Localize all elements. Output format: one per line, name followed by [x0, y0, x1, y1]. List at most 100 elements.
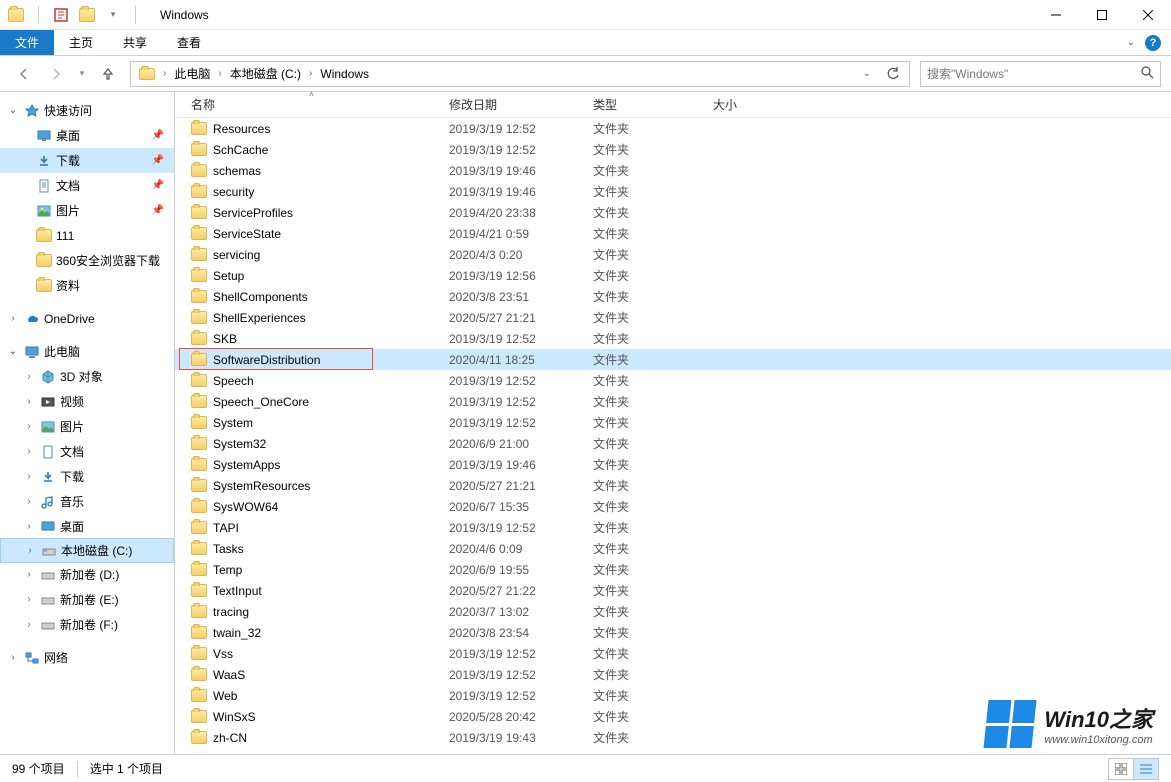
ribbon-expand-icon[interactable]: ⌄ [1127, 37, 1135, 48]
tree-pictures[interactable]: 图片 📌 [0, 198, 174, 223]
tab-view[interactable]: 查看 [162, 30, 216, 55]
chevron-right-icon[interactable]: › [22, 421, 36, 432]
chevron-right-icon[interactable]: › [22, 521, 36, 532]
table-row[interactable]: security2019/3/19 19:46文件夹 [175, 181, 1171, 202]
tree-network[interactable]: › 网络 [0, 645, 174, 670]
table-row[interactable]: System322020/6/9 21:00文件夹 [175, 433, 1171, 454]
table-row[interactable]: Setup2019/3/19 12:56文件夹 [175, 265, 1171, 286]
maximize-button[interactable] [1079, 0, 1125, 30]
chevron-right-icon[interactable]: › [22, 619, 36, 630]
tree-drive-f[interactable]: › 新加卷 (F:) [0, 612, 174, 637]
tab-file[interactable]: 文件 [0, 30, 54, 55]
chevron-right-icon[interactable]: › [22, 471, 36, 482]
tree-materials[interactable]: 资料 [0, 273, 174, 298]
table-row[interactable]: System2019/3/19 12:52文件夹 [175, 412, 1171, 433]
chevron-right-icon[interactable]: › [161, 68, 168, 79]
tree-videos[interactable]: › 视频 [0, 389, 174, 414]
nav-tree[interactable]: ⌄ 快速访问 桌面 📌 下载 📌 文档 📌 图片 📌 111 [0, 92, 175, 754]
table-row[interactable]: SystemResources2020/5/27 21:21文件夹 [175, 475, 1171, 496]
table-row[interactable]: SoftwareDistribution2020/4/11 18:25文件夹 [175, 349, 1171, 370]
tree-this-pc[interactable]: ⌄ 此电脑 [0, 339, 174, 364]
chevron-down-icon[interactable]: ⌄ [6, 105, 20, 116]
chevron-right-icon[interactable]: › [22, 569, 36, 580]
table-row[interactable]: SKB2019/3/19 12:52文件夹 [175, 328, 1171, 349]
table-row[interactable]: TAPI2019/3/19 12:52文件夹 [175, 517, 1171, 538]
table-row[interactable]: ShellExperiences2020/5/27 21:21文件夹 [175, 307, 1171, 328]
breadcrumb-folder[interactable]: Windows [316, 62, 373, 86]
table-row[interactable]: Speech2019/3/19 12:52文件夹 [175, 370, 1171, 391]
close-button[interactable] [1125, 0, 1171, 30]
tree-downloads2[interactable]: › 下载 [0, 464, 174, 489]
table-row[interactable]: tracing2020/3/7 13:02文件夹 [175, 601, 1171, 622]
tree-quick-access[interactable]: ⌄ 快速访问 [0, 98, 174, 123]
tab-home[interactable]: 主页 [54, 30, 108, 55]
search-icon[interactable] [1140, 65, 1154, 82]
tree-documents[interactable]: 文档 📌 [0, 173, 174, 198]
back-button[interactable] [10, 60, 38, 88]
table-row[interactable]: Speech_OneCore2019/3/19 12:52文件夹 [175, 391, 1171, 412]
chevron-right-icon[interactable]: › [22, 594, 36, 605]
table-row[interactable]: SysWOW642020/6/7 15:35文件夹 [175, 496, 1171, 517]
table-row[interactable]: Vss2019/3/19 12:52文件夹 [175, 643, 1171, 664]
tree-drive-e[interactable]: › 新加卷 (E:) [0, 587, 174, 612]
table-row[interactable]: twain_322020/3/8 23:54文件夹 [175, 622, 1171, 643]
table-row[interactable]: SystemApps2019/3/19 19:46文件夹 [175, 454, 1171, 475]
tree-3d-objects[interactable]: › 3D 对象 [0, 364, 174, 389]
chevron-right-icon[interactable]: › [216, 68, 223, 79]
tree-pictures2[interactable]: › 图片 [0, 414, 174, 439]
address-bar[interactable]: › 此电脑 › 本地磁盘 (C:) › Windows ⌄ [130, 61, 910, 87]
column-type[interactable]: 类型 [585, 92, 705, 117]
chevron-down-icon[interactable]: ⌄ [6, 346, 20, 357]
tree-drive-d[interactable]: › 新加卷 (D:) [0, 562, 174, 587]
properties-qat-icon[interactable] [53, 7, 69, 23]
chevron-right-icon[interactable]: › [6, 313, 20, 324]
breadcrumb-thispc[interactable]: 此电脑 [170, 62, 214, 86]
table-row[interactable]: schemas2019/3/19 19:46文件夹 [175, 160, 1171, 181]
tree-music[interactable]: › 音乐 [0, 489, 174, 514]
qat-dropdown-icon[interactable]: ▾ [105, 7, 121, 23]
search-input[interactable]: 搜索"Windows" [920, 61, 1161, 87]
file-rows[interactable]: Resources2019/3/19 12:52文件夹SchCache2019/… [175, 118, 1171, 754]
tree-browser-downloads[interactable]: 360安全浏览器下载 [0, 248, 174, 273]
new-folder-qat-icon[interactable] [79, 7, 95, 23]
chevron-right-icon[interactable]: › [22, 496, 36, 507]
addr-dropdown-icon[interactable]: ⌄ [855, 63, 879, 85]
tab-share[interactable]: 共享 [108, 30, 162, 55]
table-row[interactable]: ServiceState2019/4/21 0:59文件夹 [175, 223, 1171, 244]
tree-drive-c[interactable]: › 本地磁盘 (C:) [0, 538, 174, 563]
tree-downloads[interactable]: 下载 📌 [0, 148, 174, 173]
chevron-right-icon[interactable]: › [6, 652, 20, 663]
table-row[interactable]: WaaS2019/3/19 12:52文件夹 [175, 664, 1171, 685]
chevron-right-icon[interactable]: › [23, 545, 37, 556]
tree-onedrive[interactable]: › OneDrive [0, 306, 174, 331]
chevron-right-icon[interactable]: › [307, 68, 314, 79]
breadcrumb-drive[interactable]: 本地磁盘 (C:) [226, 62, 305, 86]
table-row[interactable]: servicing2020/4/3 0:20文件夹 [175, 244, 1171, 265]
table-row[interactable]: Tasks2020/4/6 0:09文件夹 [175, 538, 1171, 559]
view-details-button[interactable] [1133, 758, 1159, 780]
chevron-right-icon[interactable]: › [22, 396, 36, 407]
tree-desktop[interactable]: 桌面 📌 [0, 123, 174, 148]
table-row[interactable]: Resources2019/3/19 12:52文件夹 [175, 118, 1171, 139]
tree-folder-111[interactable]: 111 [0, 223, 174, 248]
column-size[interactable]: 大小 [705, 92, 795, 117]
chevron-right-icon[interactable]: › [22, 371, 36, 382]
table-row[interactable]: Temp2020/6/9 19:55文件夹 [175, 559, 1171, 580]
help-icon[interactable]: ? [1145, 35, 1161, 51]
column-name[interactable]: ˄名称 [183, 92, 441, 117]
column-date[interactable]: 修改日期 [441, 92, 585, 117]
refresh-button[interactable] [881, 63, 905, 85]
table-row[interactable]: SchCache2019/3/19 12:52文件夹 [175, 139, 1171, 160]
table-row[interactable]: ShellComponents2020/3/8 23:51文件夹 [175, 286, 1171, 307]
tree-documents2[interactable]: › 文档 [0, 439, 174, 464]
table-row[interactable]: TextInput2020/5/27 21:22文件夹 [175, 580, 1171, 601]
chevron-right-icon[interactable]: › [22, 446, 36, 457]
addr-folder-icon[interactable] [135, 62, 159, 86]
view-thumbnails-button[interactable] [1108, 758, 1134, 780]
table-row[interactable]: ServiceProfiles2019/4/20 23:38文件夹 [175, 202, 1171, 223]
forward-button[interactable] [42, 60, 70, 88]
minimize-button[interactable] [1033, 0, 1079, 30]
up-button[interactable] [94, 60, 122, 88]
recent-dropdown-icon[interactable]: ▾ [74, 60, 90, 88]
tree-desktop2[interactable]: › 桌面 [0, 514, 174, 539]
